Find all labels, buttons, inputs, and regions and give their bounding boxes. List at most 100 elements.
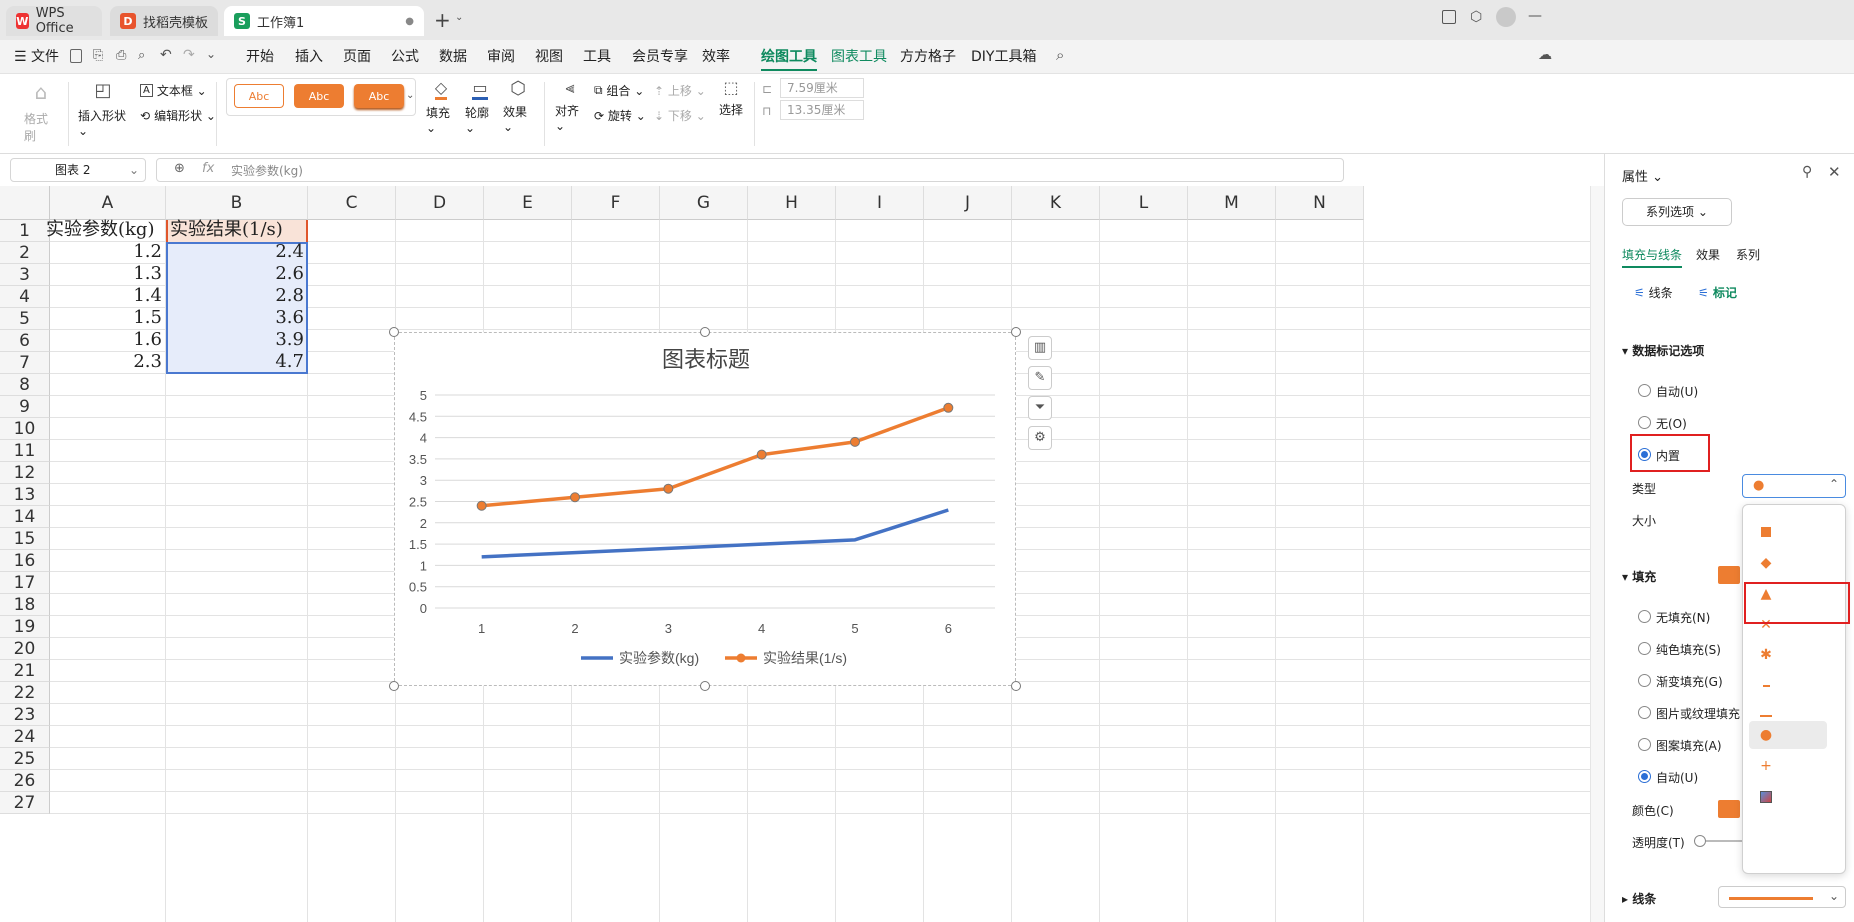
menu-item-member[interactable]: 会员专享 <box>632 40 688 74</box>
fill-button[interactable]: ◇ 填充⌄ <box>426 78 456 135</box>
print-preview-icon[interactable]: ⌕ <box>138 48 145 63</box>
menu-item-chart-tools[interactable]: 图表工具 <box>831 40 887 74</box>
tab-fill-line[interactable]: 填充与线条 <box>1622 246 1683 268</box>
marker-star-option[interactable]: ✱ <box>1755 644 1777 666</box>
row-header-8[interactable]: 8 <box>0 374 50 396</box>
row-header-16[interactable]: 16 <box>0 550 50 572</box>
insert-shape-button[interactable]: ◰ 插入形状 ⌄ <box>78 80 128 138</box>
column-header-d[interactable]: D <box>396 186 484 220</box>
select-all-corner[interactable] <box>0 186 50 220</box>
row-header-14[interactable]: 14 <box>0 506 50 528</box>
minimize-icon[interactable]: — <box>1528 8 1542 24</box>
format-painter-button[interactable]: ⌂ 格式刷 <box>24 80 58 144</box>
row-header-10[interactable]: 10 <box>0 418 50 440</box>
chevron-down-icon[interactable]: ⌄ <box>455 12 463 23</box>
menu-item-review[interactable]: 审阅 <box>487 40 515 74</box>
height-input[interactable]: 7.59厘米 <box>780 78 864 98</box>
column-header-n[interactable]: N <box>1276 186 1364 220</box>
chart-settings-button[interactable]: ⚙ <box>1028 426 1052 450</box>
row-header-19[interactable]: 19 <box>0 616 50 638</box>
close-icon[interactable]: ✕ <box>1828 163 1841 181</box>
tab-workbook[interactable]: S 工作簿1 ● <box>224 6 424 36</box>
redo-icon[interactable]: ↷ <box>183 47 195 63</box>
unsaved-dot-icon[interactable]: ● <box>405 16 414 27</box>
marker-circle-option[interactable]: ● <box>1755 724 1777 746</box>
row-header-26[interactable]: 26 <box>0 770 50 792</box>
row-header-1[interactable]: 1 <box>0 220 50 242</box>
row-header-2[interactable]: 2 <box>0 242 50 264</box>
row-header-15[interactable]: 15 <box>0 528 50 550</box>
marker-picture-option[interactable] <box>1755 786 1777 808</box>
quick-access-chevron-icon[interactable]: ⌄ <box>206 47 216 61</box>
fill-section-header[interactable]: ▾ 填充 <box>1622 568 1656 585</box>
resize-handle[interactable] <box>389 681 399 691</box>
outline-button[interactable]: ▭ 轮廓⌄ <box>465 78 495 135</box>
column-header-m[interactable]: M <box>1188 186 1276 220</box>
menu-item-diy-toolbox[interactable]: DIY工具箱 <box>971 40 1036 74</box>
resize-handle[interactable] <box>1011 681 1021 691</box>
marker-none-radio[interactable] <box>1638 416 1651 429</box>
cell[interactable]: 2.3 <box>50 349 162 375</box>
effect-button[interactable]: ⬡ 效果⌄ <box>503 78 533 134</box>
row-header-3[interactable]: 3 <box>0 264 50 286</box>
fill-none-radio[interactable] <box>1638 610 1651 623</box>
spreadsheet-grid[interactable]: ABCDEFGHIJKLMN 1 2 3 4 5 6 7 8 9 10 11 12 13 14 15 16 17… <box>0 186 1604 922</box>
column-header-c[interactable]: C <box>308 186 396 220</box>
fill-picture-radio[interactable] <box>1638 706 1651 719</box>
formula-bar[interactable] <box>156 158 1344 182</box>
row-header-24[interactable]: 24 <box>0 726 50 748</box>
column-header-h[interactable]: H <box>748 186 836 220</box>
column-header-j[interactable]: J <box>924 186 1012 220</box>
column-header-b[interactable]: B <box>166 186 308 220</box>
shape-style-outline[interactable]: Abc <box>234 84 284 108</box>
group-button[interactable]: ⧉ 组合 ⌄ <box>594 82 644 99</box>
row-header-21[interactable]: 21 <box>0 660 50 682</box>
tab-wps-office[interactable]: W WPS Office <box>6 6 102 36</box>
undo-icon[interactable]: ↶ <box>160 47 172 63</box>
menu-item-view[interactable]: 视图 <box>535 40 563 74</box>
select-button[interactable]: ⬚ 选择 <box>716 78 746 118</box>
row-header-18[interactable]: 18 <box>0 594 50 616</box>
menu-item-fangfang[interactable]: 方方格子 <box>900 40 956 74</box>
resize-handle[interactable] <box>700 681 710 691</box>
avatar[interactable] <box>1496 7 1516 27</box>
rotate-button[interactable]: ⟳ 旋转 ⌄ <box>594 107 646 124</box>
tab-docer[interactable]: D 找稻壳模板 <box>110 6 218 36</box>
fill-auto-radio[interactable] <box>1638 770 1651 783</box>
shape-style-shadow[interactable]: Abc <box>354 84 404 108</box>
shape-style-filled[interactable]: Abc <box>294 84 344 108</box>
menu-item-tools[interactable]: 工具 <box>583 40 611 74</box>
marker-type-select[interactable]: ● ⌃ <box>1742 474 1846 498</box>
cell[interactable]: 4.7 <box>166 349 304 375</box>
column-header-a[interactable]: A <box>50 186 166 220</box>
menu-item-formula[interactable]: 公式 <box>391 40 419 74</box>
export-icon[interactable]: ⎘ <box>93 48 103 63</box>
row-header-12[interactable]: 12 <box>0 462 50 484</box>
align-button[interactable]: ⫷ 对齐⌄ <box>555 78 585 133</box>
panel-title[interactable]: 属性 ⌄ <box>1622 166 1663 185</box>
fill-color-swatch[interactable] <box>1718 566 1740 584</box>
cube-icon[interactable]: ⬡ <box>1470 9 1482 25</box>
vertical-scrollbar[interactable] <box>1590 186 1604 922</box>
chart-style-button[interactable]: ✎ <box>1028 366 1052 390</box>
row-header-13[interactable]: 13 <box>0 484 50 506</box>
cloud-icon[interactable]: ☁ <box>1538 47 1552 63</box>
fill-gradient-radio[interactable] <box>1638 674 1651 687</box>
width-input[interactable]: 13.35厘米 <box>780 100 864 120</box>
row-header-4[interactable]: 4 <box>0 286 50 308</box>
move-up-button[interactable]: ⇡ 上移 ⌄ <box>654 82 706 99</box>
row-header-17[interactable]: 17 <box>0 572 50 594</box>
tab-series[interactable]: 系列 <box>1736 246 1760 263</box>
menu-item-data[interactable]: 数据 <box>439 40 467 74</box>
new-tab-button[interactable]: + <box>434 8 451 32</box>
search-icon[interactable]: ⌕ <box>1056 46 1064 64</box>
menu-item-start[interactable]: 开始 <box>246 40 274 74</box>
fx-icon[interactable]: fx <box>202 161 214 176</box>
line-style-select[interactable]: ⌄ <box>1718 886 1846 908</box>
chart-container[interactable]: 图表标题 0 0.5 1 1.5 2 2.5 3 3.5 4 4.5 5 1 2 3 4 5 6 实验参数(kg) 实… <box>394 332 1016 686</box>
column-header-i[interactable]: I <box>836 186 924 220</box>
fill-pattern-radio[interactable] <box>1638 738 1651 751</box>
column-header-k[interactable]: K <box>1012 186 1100 220</box>
series-options-dropdown[interactable]: 系列选项 ⌄ <box>1622 198 1732 226</box>
transparency-slider-thumb[interactable] <box>1694 835 1706 847</box>
